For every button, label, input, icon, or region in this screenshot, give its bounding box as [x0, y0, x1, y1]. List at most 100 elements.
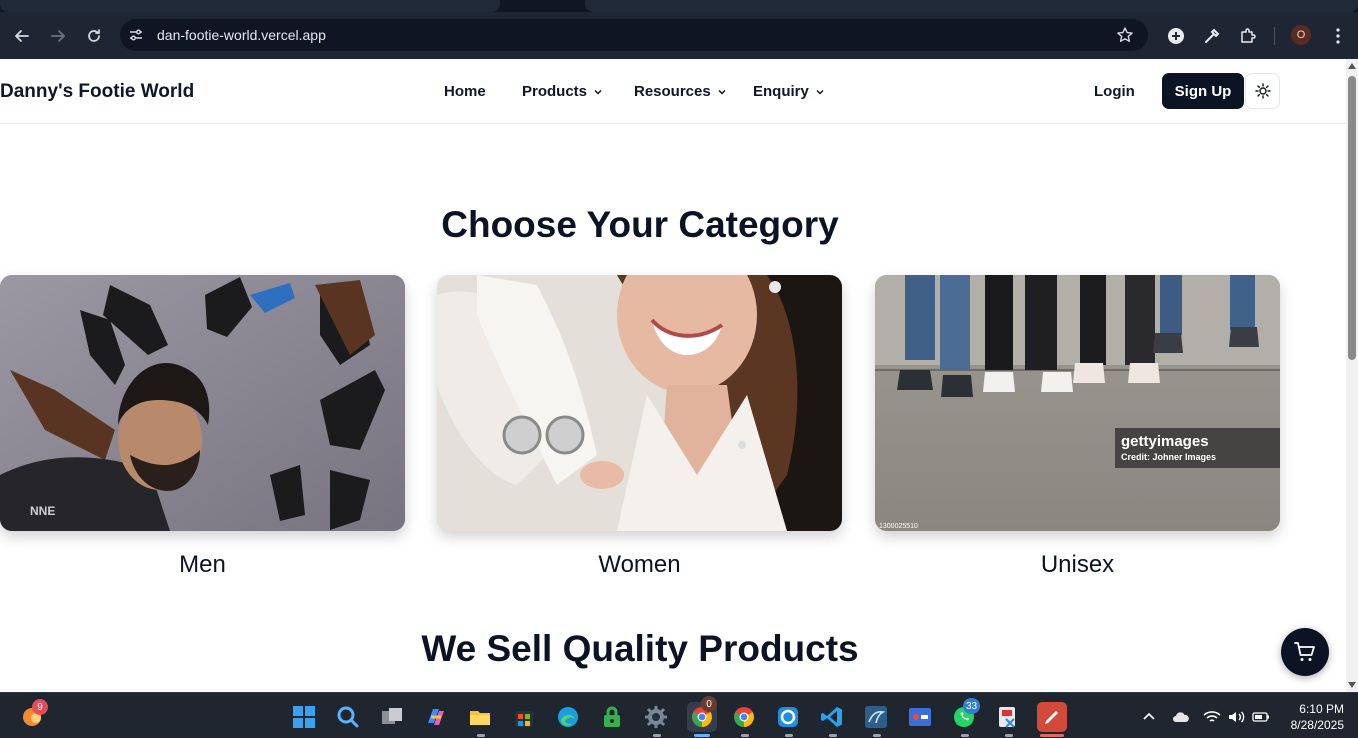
category-label-men[interactable]: Men: [0, 551, 405, 579]
copilot-icon[interactable]: [423, 704, 449, 730]
browser-tab[interactable]: [0, 0, 500, 12]
nav-products-label: Products: [522, 83, 588, 100]
site-settings-icon[interactable]: [128, 27, 144, 43]
mysql-workbench-icon[interactable]: [863, 704, 889, 730]
arrow-left-icon: [15, 30, 29, 42]
category-title: Choose Your Category: [441, 204, 839, 245]
nav-resources-label: Resources: [634, 83, 711, 100]
running-indicator: [961, 734, 969, 737]
toolbar-divider: [1274, 27, 1275, 45]
nav-resources[interactable]: Resources: [634, 83, 727, 100]
running-indicator: [477, 734, 485, 737]
tab-strip: [0, 0, 1358, 12]
clock-date: 8/28/2025: [1290, 718, 1344, 732]
chrome-profile-icon[interactable]: 0: [687, 696, 717, 732]
scroll-up-arrow[interactable]: [1348, 63, 1356, 69]
file-explorer-icon[interactable]: [467, 704, 493, 730]
nav-home-label: Home: [444, 83, 486, 100]
signup-button[interactable]: Sign Up: [1162, 73, 1244, 109]
theme-toggle-button[interactable]: [1245, 73, 1280, 109]
running-indicator-active: [694, 734, 710, 737]
login-button[interactable]: Login: [1094, 83, 1135, 100]
site-header: Danny's Footie World Home Products Resou…: [0, 59, 1346, 124]
remote-app-icon[interactable]: [775, 704, 801, 730]
browser-toolbar: dan-footie-world.vercel.app O: [0, 12, 1358, 59]
category-label-unisex[interactable]: Unisex: [875, 551, 1280, 579]
windows-taskbar: 9 0 33 6:10 PM 8/28/2025: [0, 692, 1358, 738]
onedrive-cloud-icon[interactable]: [1172, 708, 1190, 726]
forward-button[interactable]: [46, 24, 70, 48]
running-indicator: [741, 734, 749, 737]
start-windows-icon[interactable]: [291, 704, 317, 730]
running-indicator: [653, 734, 661, 737]
unisex-shoes-illustration: [875, 275, 1280, 531]
battery-icon[interactable]: [1252, 708, 1270, 726]
brand-logo[interactable]: Danny's Footie World: [0, 81, 194, 103]
nav-enquiry[interactable]: Enquiry: [753, 83, 825, 100]
sun-icon: [1254, 83, 1271, 99]
chrome-icon[interactable]: [731, 704, 757, 730]
nav-home[interactable]: Home: [444, 83, 486, 100]
page-scrollbar[interactable]: [1346, 59, 1358, 692]
cart-button[interactable]: [1281, 628, 1329, 676]
arrow-right-icon: [51, 30, 65, 42]
men-category-image[interactable]: NNE: [0, 275, 405, 531]
address-bar[interactable]: dan-footie-world.vercel.app: [120, 19, 1148, 51]
password-manager-icon[interactable]: [599, 704, 625, 730]
wifi-icon[interactable]: [1203, 708, 1221, 726]
running-indicator: [1005, 734, 1013, 737]
snipping-tool-icon[interactable]: [995, 704, 1021, 730]
weather-badge: 9: [32, 699, 48, 715]
url-text[interactable]: dan-footie-world.vercel.app: [157, 27, 326, 43]
reload-icon: [88, 29, 100, 42]
unisex-category-image[interactable]: gettyimages Credit: Johner Images 130002…: [875, 275, 1280, 531]
nav-products[interactable]: Products: [522, 83, 603, 100]
task-view-icon[interactable]: [379, 704, 405, 730]
category-label-women[interactable]: Women: [437, 551, 842, 579]
running-indicator: [785, 734, 793, 737]
settings-gear-icon[interactable]: [643, 704, 669, 730]
svg-text:NNE: NNE: [30, 504, 55, 518]
whatsapp-icon[interactable]: 33: [951, 698, 981, 730]
volume-icon[interactable]: [1228, 708, 1246, 726]
chevron-down-icon: [718, 89, 726, 95]
edge-browser-icon[interactable]: [555, 704, 581, 730]
whatsapp-badge: 33: [963, 698, 981, 714]
bookmark-star-icon[interactable]: [1116, 26, 1134, 44]
women-shoes-illustration: [437, 275, 842, 531]
reload-button[interactable]: [82, 24, 106, 48]
getty-brand: gettyimages: [1121, 433, 1209, 450]
getty-image-id: 1300025510: [879, 523, 918, 530]
nav-enquiry-label: Enquiry: [753, 83, 809, 100]
weather-widget-icon[interactable]: 9: [20, 699, 48, 730]
vscode-icon[interactable]: [819, 704, 845, 730]
chevron-up-icon[interactable]: [1140, 708, 1158, 726]
screen-recorder-icon[interactable]: [907, 704, 933, 730]
scroll-thumb[interactable]: [1348, 76, 1356, 360]
chevron-down-icon: [816, 89, 824, 95]
running-indicator-active: [1040, 734, 1064, 737]
more-menu-icon[interactable]: [1326, 24, 1350, 48]
chevron-down-icon: [594, 89, 602, 95]
running-indicator: [829, 734, 837, 737]
shopping-cart-icon: [1294, 642, 1315, 661]
quality-title: We Sell Quality Products: [421, 628, 859, 669]
chrome-badge: 0: [701, 696, 717, 712]
running-indicator: [873, 734, 881, 737]
extensions-puzzle-icon[interactable]: [1236, 24, 1260, 48]
women-category-image[interactable]: [437, 275, 842, 531]
extension-add-icon[interactable]: [1164, 24, 1188, 48]
back-button[interactable]: [10, 24, 34, 48]
microsoft-store-icon[interactable]: [511, 704, 537, 730]
getty-watermark: gettyimages Credit: Johner Images: [1115, 428, 1280, 468]
search-icon[interactable]: [335, 704, 361, 730]
clock-time: 6:10 PM: [1299, 702, 1344, 716]
browser-tab[interactable]: [585, 0, 1358, 12]
scroll-down-arrow[interactable]: [1348, 682, 1356, 688]
eyedropper-icon[interactable]: [1200, 24, 1224, 48]
pen-app-icon[interactable]: [1037, 702, 1067, 732]
system-clock[interactable]: 6:10 PM 8/28/2025: [1291, 701, 1344, 733]
men-shoes-illustration: NNE: [0, 275, 405, 531]
getty-credit: Credit: Johner Images: [1121, 452, 1217, 462]
profile-avatar[interactable]: O: [1291, 25, 1311, 45]
